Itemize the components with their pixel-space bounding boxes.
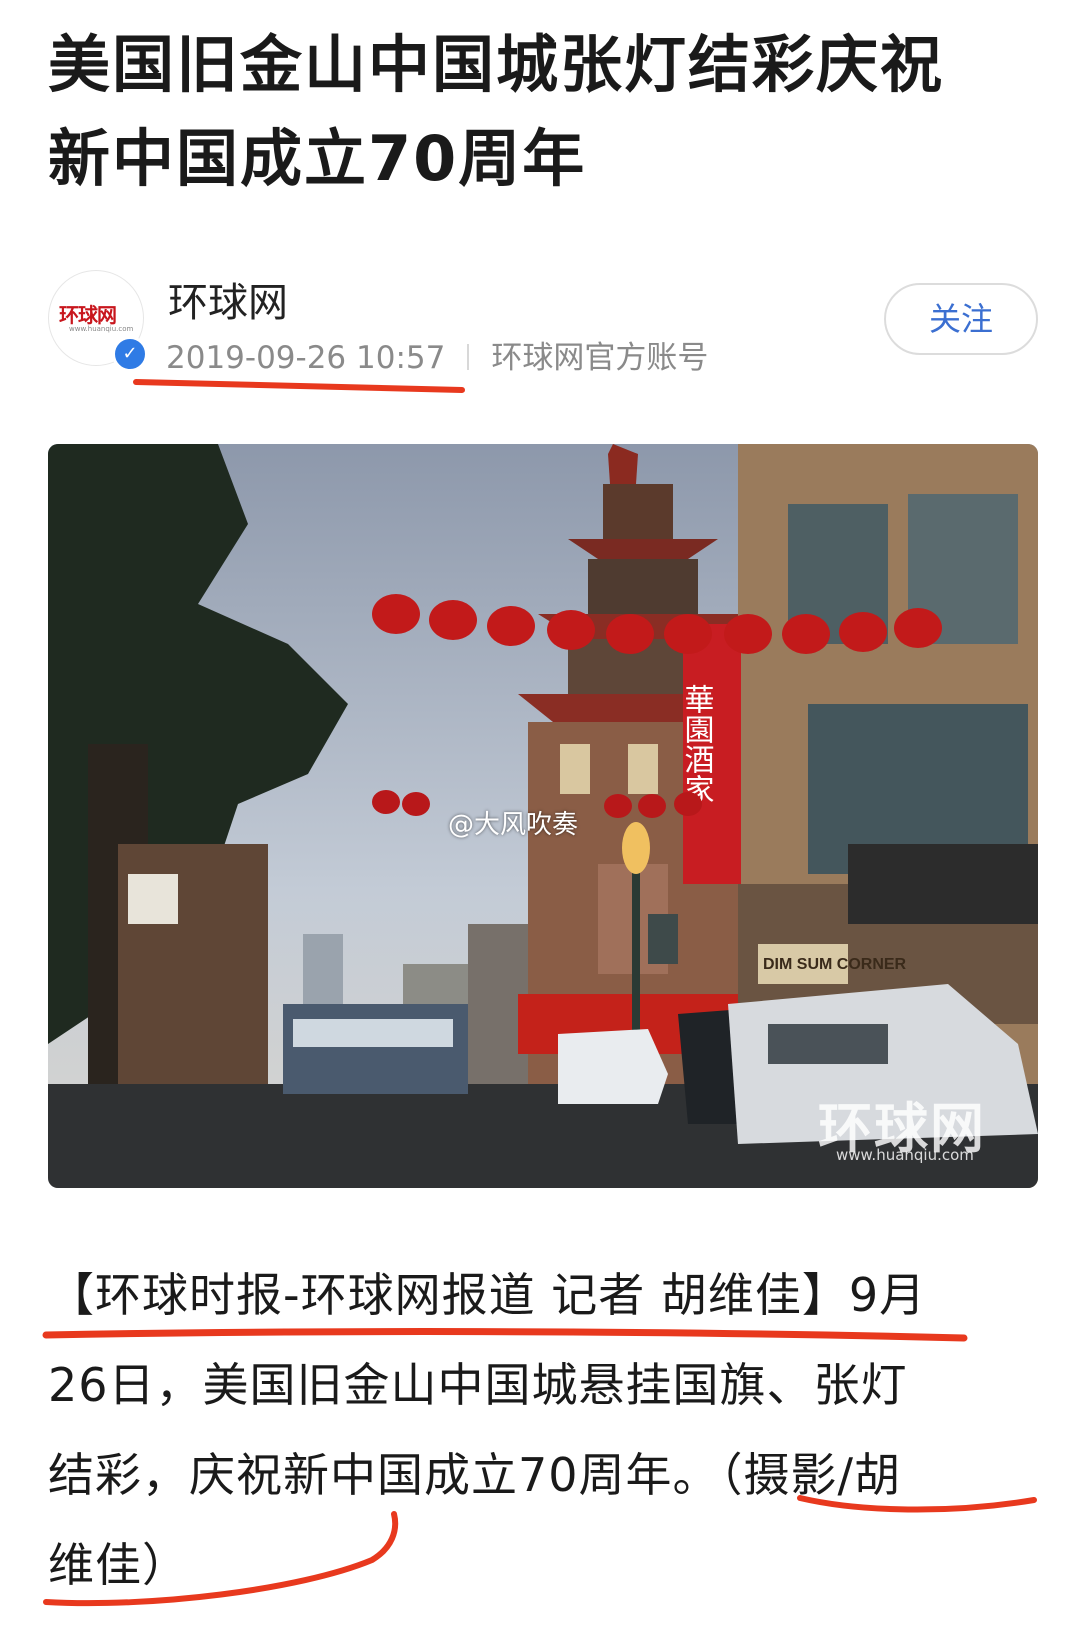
- meta-divider: [467, 344, 470, 370]
- publish-datetime: 2019-09-26 10:57: [166, 340, 446, 376]
- article-title-line-1: 美国旧金山中国城张灯结彩庆祝: [48, 28, 945, 101]
- avatar-logo-text: 环球网: [59, 303, 117, 327]
- dim-sum-corner-sign: DIM SUM CORNER: [763, 956, 907, 973]
- account-type: 环球网官方账号: [491, 340, 709, 376]
- body-line-3: 结彩，庆祝新中国成立70周年。（摄影/胡: [48, 1448, 902, 1502]
- author-name[interactable]: 环球网: [168, 270, 288, 328]
- body-line-2: 26日，美国旧金山中国城悬挂国旗、张灯: [48, 1358, 908, 1412]
- restaurant-sign: 華園酒家: [679, 684, 714, 804]
- date-underline: [133, 379, 465, 393]
- article-title-line-2: 新中国成立70周年: [48, 122, 587, 195]
- follow-button[interactable]: 关注: [884, 283, 1038, 355]
- author-meta: 2019-09-26 10:57 环球网官方账号: [166, 332, 708, 377]
- body-line-1: 【环球时报-环球网报道 记者 胡维佳】9月: [48, 1268, 927, 1322]
- avatar-logo-url: www.huanqiu.com: [69, 325, 134, 333]
- article-title: 美国旧金山中国城张灯结彩庆祝 新中国成立70周年: [48, 18, 1038, 206]
- body-line-4: 维佳）: [48, 1538, 189, 1592]
- article-body: 【环球时报-环球网报道 记者 胡维佳】9月 26日，美国旧金山中国城悬挂国旗、张…: [48, 1250, 1048, 1610]
- verified-badge-icon: ✓: [112, 336, 148, 372]
- huanqiu-watermark-url: www.huanqiu.com: [836, 1146, 974, 1164]
- weibo-watermark: @大风吹奏: [448, 810, 579, 840]
